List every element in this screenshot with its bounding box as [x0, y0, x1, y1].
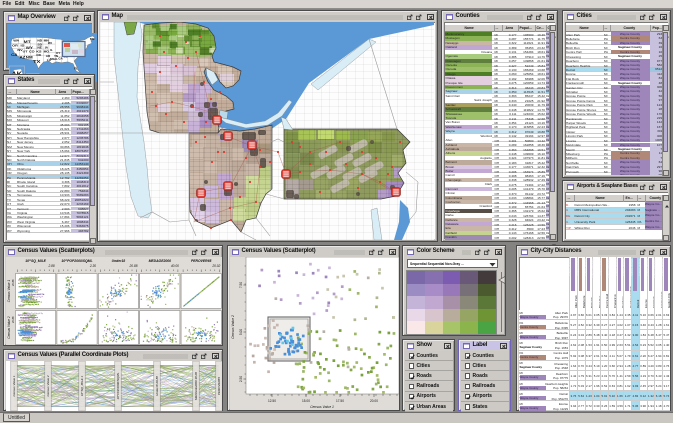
svg-text:Census Value 2: Census Value 2 [231, 314, 235, 338]
svg-text:40.00: 40.00 [171, 264, 179, 268]
svg-text:Census Value 2: Census Value 2 [7, 316, 11, 339]
svg-text:7.50: 7.50 [239, 281, 243, 287]
svg-text:PEROVER65: PEROVER65 [217, 376, 221, 394]
svg-text:FL: FL [74, 66, 78, 70]
svg-text:10^SQ_MILE: 10^SQ_MILE [25, 259, 46, 263]
svg-text:CO: CO [28, 49, 34, 53]
svg-text:20.88: 20.88 [129, 264, 138, 268]
svg-text:MO: MO [43, 49, 49, 53]
svg-text:WI: WI [47, 41, 51, 45]
svg-text:10^POP2000/SQML: 10^POP2000/SQML [61, 259, 92, 263]
svg-text:ME: ME [89, 37, 94, 41]
svg-text:Under18 20.88: Under18 20.88 [155, 375, 159, 395]
svg-text:MEDAGE2000 38.00: MEDAGE2000 38.00 [194, 371, 198, 399]
svg-text:CA: CA [11, 52, 17, 56]
svg-text:2.30: 2.30 [89, 264, 96, 268]
svg-text:2.50: 2.50 [239, 375, 243, 381]
svg-text:Census Value 1: Census Value 1 [7, 279, 11, 302]
svg-text:12.50: 12.50 [268, 399, 276, 403]
svg-text:Under18: Under18 [112, 259, 126, 263]
svg-text:10^SQ_MILE 1: 10^SQ_MILE 1 [80, 375, 84, 396]
svg-text:Census Value 1: Census Value 1 [310, 405, 334, 409]
svg-text:WA: WA [13, 38, 20, 42]
svg-text:20.88: 20.88 [11, 315, 15, 322]
svg-text:MT: MT [23, 39, 30, 43]
svg-text:PEROVER65: PEROVER65 [191, 259, 211, 263]
svg-text:OK: OK [36, 53, 42, 57]
svg-text:5.00: 5.00 [239, 328, 243, 334]
svg-text:Census Value 2: Census Value 2 [46, 375, 50, 396]
svg-text:TX: TX [33, 59, 41, 64]
svg-text:GA: GA [58, 56, 62, 60]
svg-text:15.00: 15.00 [302, 399, 310, 403]
svg-text:20.02: 20.02 [211, 264, 220, 268]
svg-text:OR: OR [12, 43, 18, 47]
svg-text:IL: IL [49, 48, 52, 52]
svg-text:10^POP2000/SQML: 10^POP2000/SQML [116, 372, 120, 399]
svg-text:20.88: 20.88 [11, 278, 15, 285]
svg-text:AR: AR [45, 54, 50, 58]
svg-text:17.50: 17.50 [336, 399, 344, 403]
svg-text:20.00: 20.00 [370, 399, 378, 403]
svg-text:2.88: 2.88 [47, 264, 54, 268]
svg-text:Census Value 1: Census Value 1 [12, 375, 16, 396]
svg-text:ID: ID [20, 43, 24, 47]
svg-text:MEDAGE2000: MEDAGE2000 [149, 259, 172, 263]
